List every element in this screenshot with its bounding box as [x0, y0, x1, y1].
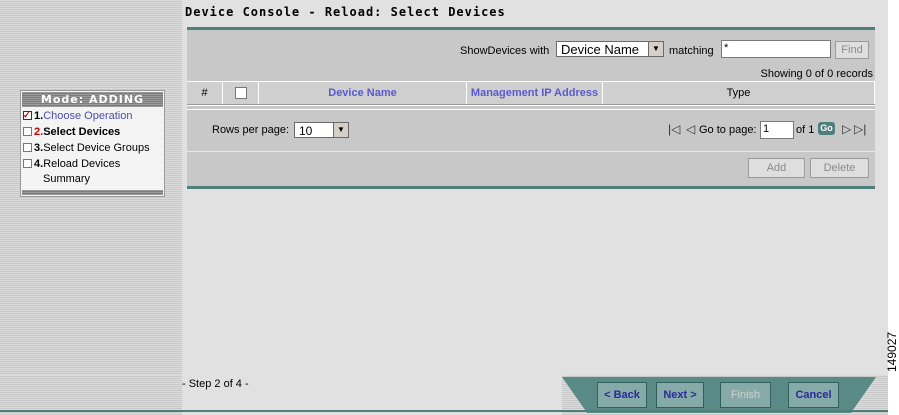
next-button[interactable]: Next > [656, 382, 704, 408]
previous-page-icon[interactable]: ◁ [686, 122, 695, 136]
column-header-number: # [187, 82, 223, 104]
wizard-step-4-sublabel: Summary [43, 173, 91, 185]
page-title: Device Console - Reload: Select Devices [185, 5, 506, 19]
wizard-step-label: Select Devices [43, 126, 121, 138]
cancel-button[interactable]: Cancel [788, 382, 839, 408]
delete-button[interactable]: Delete [810, 158, 869, 178]
steps-footer [22, 190, 163, 195]
rows-per-page-label: Rows per page: [212, 124, 290, 136]
wizard-step-label: Select Device Groups [43, 142, 150, 154]
next-page-icon[interactable]: ▷ [842, 122, 851, 136]
checkbox-icon [23, 126, 32, 136]
figure-id: 149027 [885, 331, 899, 372]
wizard-step-4: 4.Reload Devices [21, 156, 164, 172]
last-page-icon[interactable]: ▷| [854, 122, 866, 136]
records-count: Showing 0 of 0 records [760, 68, 873, 80]
step-indicator: - Step 2 of 4 - [182, 378, 249, 390]
wizard-step-label[interactable]: Choose Operation [43, 110, 132, 122]
mode-header: Mode: ADDING [22, 92, 163, 107]
column-header-device-name[interactable]: Device Name [259, 82, 467, 104]
show-devices-label: ShowDevices with [460, 45, 550, 57]
column-header-type: Type [603, 82, 875, 104]
wizard-steps-panel: Mode: ADDING 1.Choose Operation 2.Select… [20, 90, 165, 197]
filter-row: ShowDevices with Device Name ▼ matching … [187, 34, 875, 60]
match-input[interactable]: * [721, 40, 831, 58]
back-button[interactable]: < Back [597, 382, 647, 408]
go-button[interactable]: Go [818, 122, 835, 135]
rows-per-page-select[interactable]: 10 ▼ [294, 122, 349, 138]
page-count-label: of 1 [796, 124, 815, 136]
checkbox-icon [23, 158, 32, 168]
wizard-step-2: 2.Select Devices [21, 124, 164, 140]
wizard-step-3: 3.Select Device Groups [21, 140, 164, 156]
device-selection-panel: ShowDevices with Device Name ▼ matching … [187, 27, 875, 189]
action-row: Add Delete [187, 151, 875, 184]
chevron-down-icon: ▼ [648, 42, 663, 56]
divider [187, 105, 875, 106]
wizard-step-1[interactable]: 1.Choose Operation [21, 107, 164, 124]
wizard-step-label: Reload Devices [43, 158, 121, 170]
page-number-input[interactable]: 1 [760, 121, 794, 139]
column-header-management-ip[interactable]: Management IP Address [467, 82, 603, 104]
first-page-icon[interactable]: |◁ [668, 122, 680, 136]
checkbox-icon [23, 142, 32, 152]
checked-box-icon [23, 107, 32, 123]
chevron-down-icon: ▼ [333, 123, 348, 137]
filter-field-select[interactable]: Device Name ▼ [556, 41, 664, 57]
find-button[interactable]: Find [835, 41, 869, 59]
column-header-select [223, 82, 259, 104]
table-header: # Device Name Management IP Address Type [187, 81, 875, 105]
bottom-line [0, 410, 888, 412]
select-all-checkbox[interactable] [234, 87, 247, 100]
pager-row: Rows per page: 10 ▼ |◁ ◁ Go to page: 1 o… [187, 110, 875, 150]
finish-button[interactable]: Finish [720, 382, 771, 408]
matching-label: matching [669, 45, 714, 57]
go-to-page-label: Go to page: [699, 124, 757, 136]
add-button[interactable]: Add [748, 158, 805, 178]
